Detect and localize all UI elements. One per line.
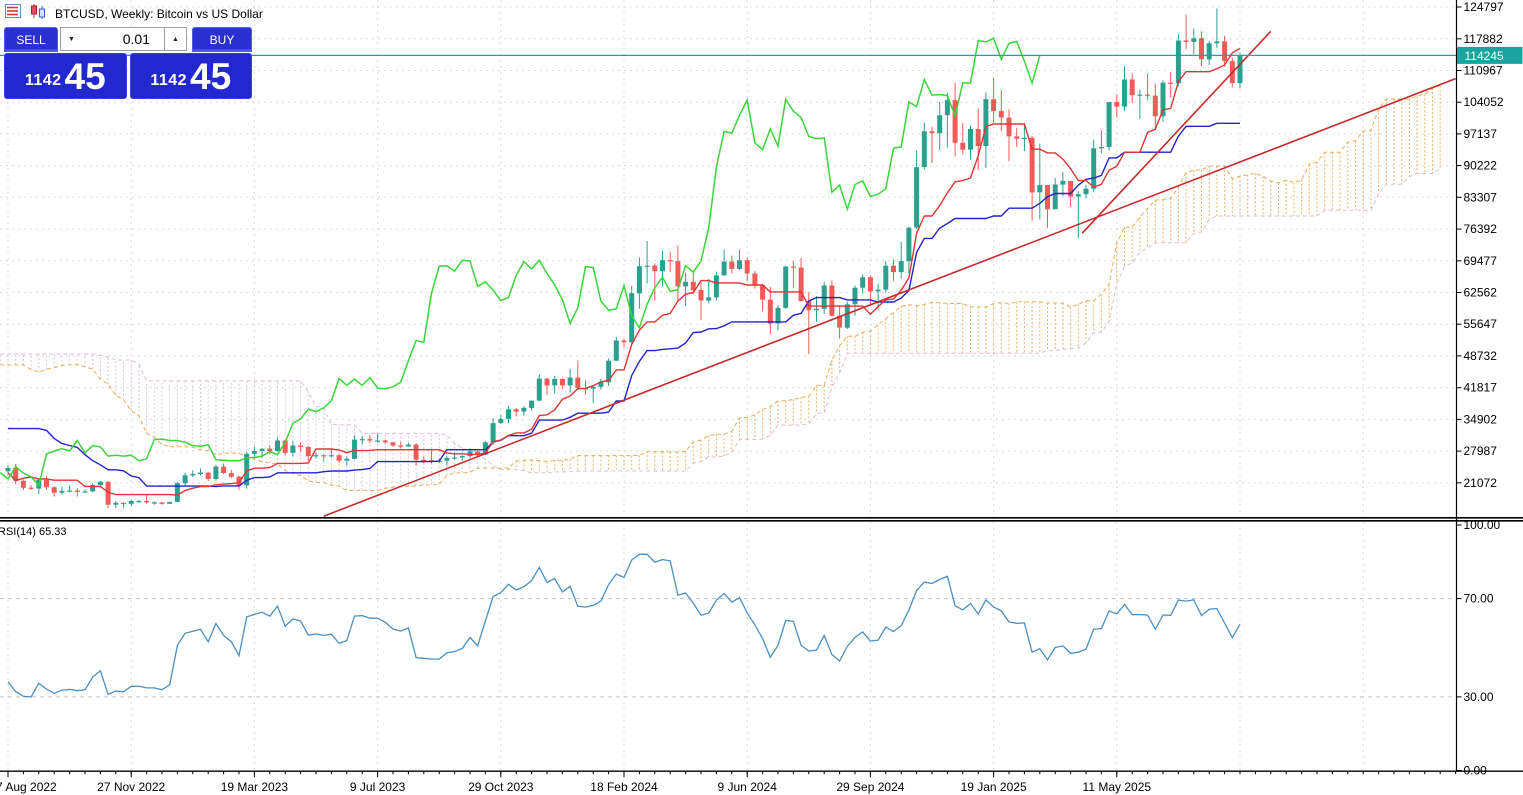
svg-text:7 Aug 2022: 7 Aug 2022	[0, 780, 57, 794]
svg-text:29 Oct 2023: 29 Oct 2023	[468, 780, 534, 794]
trade-panel-top-row: SELL ▼ ▲ BUY	[4, 27, 252, 53]
chart-title: BTCUSD, Weekly: Bitcoin vs US Dollar	[55, 7, 263, 21]
one-click-trading-panel: SELL ▼ ▲ BUY 1142 45 1142 45	[4, 27, 252, 99]
svg-text:27 Nov 2022: 27 Nov 2022	[97, 780, 165, 794]
svg-text:41817: 41817	[1464, 381, 1498, 395]
svg-text:104052: 104052	[1464, 95, 1504, 109]
rsi-indicator-label: RSI(14) 65.33	[0, 526, 66, 538]
svg-text:117882: 117882	[1464, 32, 1503, 46]
svg-text:55647: 55647	[1464, 317, 1498, 331]
svg-text:97137: 97137	[1464, 127, 1498, 141]
svg-text:100.00: 100.00	[1464, 518, 1501, 532]
svg-text:30.00: 30.00	[1464, 690, 1494, 704]
svg-text:48732: 48732	[1464, 349, 1498, 363]
buy-price-big: 45	[190, 56, 232, 98]
svg-text:21072: 21072	[1464, 476, 1498, 490]
svg-text:124797: 124797	[1464, 0, 1504, 14]
svg-text:19 Jan 2025: 19 Jan 2025	[961, 780, 1027, 794]
svg-text:114245: 114245	[1465, 49, 1504, 63]
sell-price-big: 45	[64, 56, 106, 98]
buy-price-small: 1142	[150, 72, 188, 89]
trade-panel-price-row: 1142 45 1142 45	[4, 53, 252, 99]
svg-text:9 Jun 2024: 9 Jun 2024	[718, 780, 778, 794]
svg-text:19 Mar 2023: 19 Mar 2023	[221, 780, 289, 794]
svg-text:27987: 27987	[1464, 444, 1498, 458]
volume-increase-button[interactable]: ▲	[164, 27, 187, 51]
arrow-up-icon: ▲	[172, 35, 179, 43]
svg-text:69477: 69477	[1464, 254, 1498, 268]
svg-text:62562: 62562	[1464, 286, 1498, 300]
current-price-tag: 114245	[1457, 46, 1523, 64]
sell-price-button[interactable]: 1142 45	[4, 53, 127, 99]
svg-text:110967: 110967	[1464, 64, 1503, 78]
svg-text:34902: 34902	[1464, 412, 1498, 426]
svg-text:76392: 76392	[1464, 222, 1498, 236]
candlestick-chart-icon	[30, 4, 47, 24]
chart-background	[0, 0, 1523, 795]
svg-text:11 May 2025: 11 May 2025	[1083, 780, 1152, 794]
svg-text:90222: 90222	[1464, 159, 1498, 173]
buy-price-button[interactable]: 1142 45	[129, 53, 252, 99]
chart-title-row: BTCUSD, Weekly: Bitcoin vs US Dollar	[5, 4, 263, 24]
arrow-down-icon: ▼	[68, 35, 75, 43]
chart-window: RSI(14) 65.33 124797 117882 110967 104052 971…	[0, 0, 1523, 795]
svg-text:18 Feb 2024: 18 Feb 2024	[590, 780, 658, 794]
volume-input[interactable]	[82, 27, 164, 51]
chart-canvas[interactable]: RSI(14) 65.33 124797 117882 110967 104052 971…	[0, 0, 1523, 795]
svg-text:9 Jul 2023: 9 Jul 2023	[350, 780, 406, 794]
svg-text:0.00: 0.00	[1464, 764, 1488, 778]
volume-decrease-button[interactable]: ▼	[60, 27, 83, 51]
quotes-grid-icon	[5, 4, 22, 24]
svg-text:83307: 83307	[1464, 190, 1498, 204]
svg-text:70.00: 70.00	[1464, 592, 1494, 606]
buy-button[interactable]: BUY	[192, 27, 252, 52]
sell-button[interactable]: SELL	[4, 27, 58, 52]
sell-price-small: 1142	[24, 72, 62, 89]
svg-text:29 Sep 2024: 29 Sep 2024	[836, 780, 904, 794]
